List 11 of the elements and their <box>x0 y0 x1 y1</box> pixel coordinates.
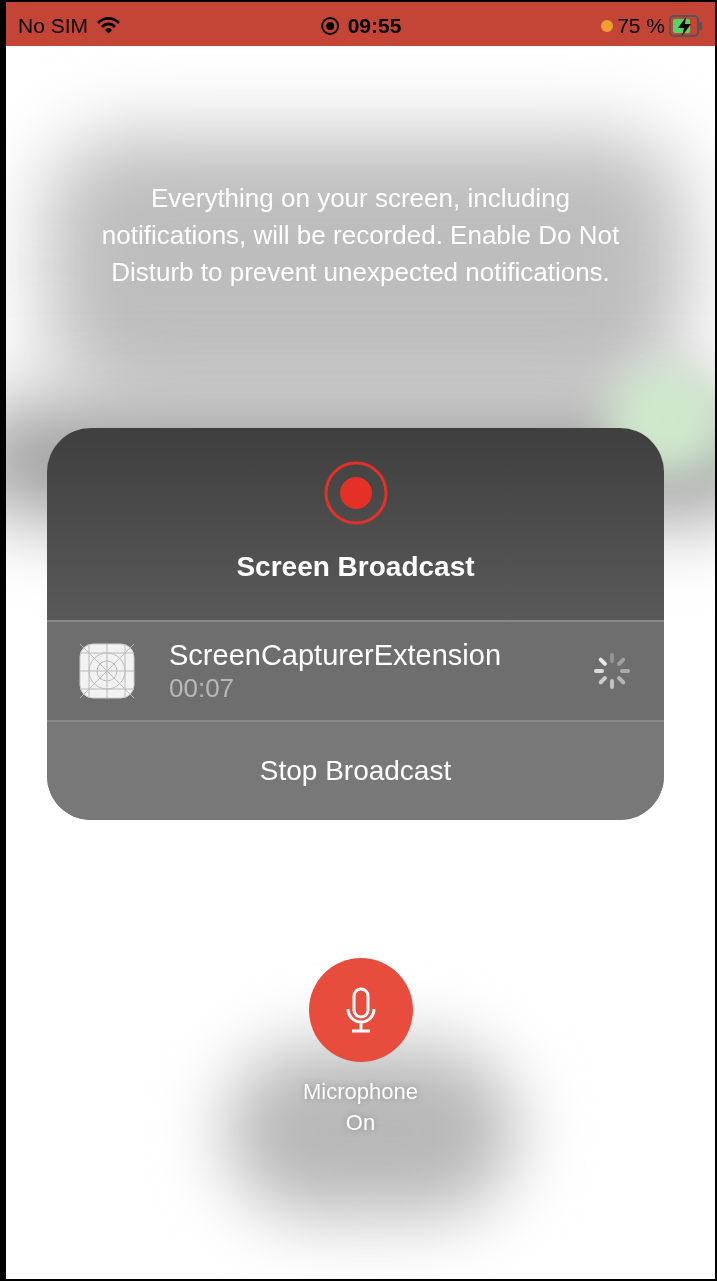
carrier-text: No SIM <box>18 13 88 40</box>
app-icon <box>79 643 135 699</box>
wifi-icon <box>96 14 121 34</box>
stop-broadcast-button[interactable]: Stop Broadcast <box>47 722 664 820</box>
elapsed-time: 00:07 <box>169 672 236 704</box>
notice-text: Everything on your screen, including notifications, will be recorded. Enable Do Not Disturb to prevent unexpected notifications. <box>100 182 621 289</box>
microphone-label: Microphone On <box>302 1078 419 1137</box>
battery-text: 75 % <box>617 13 665 40</box>
panel-title: Screen Broadcast <box>236 550 475 584</box>
time-text: 09:55 <box>347 13 402 40</box>
extension-name: ScreenCapturerExtension <box>169 638 502 672</box>
